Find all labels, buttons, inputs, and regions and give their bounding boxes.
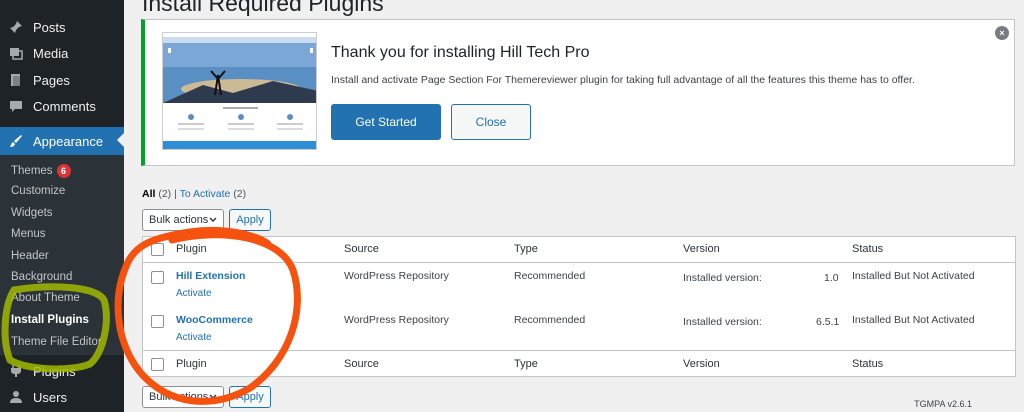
filter-to-activate[interactable]: To Activate (180, 188, 231, 200)
filter-separator: | (174, 188, 177, 200)
sidebar-item-label: Users (33, 389, 67, 405)
table-row: Hill Extension Activate WordPress Reposi… (143, 263, 1015, 307)
column-footer-plugin: Plugin (176, 358, 207, 370)
apply-button-bottom[interactable]: Apply (229, 386, 271, 408)
plugin-type: Recommended (514, 270, 586, 282)
sidebar-item-label: Media (33, 45, 69, 61)
row-checkbox[interactable] (151, 315, 164, 328)
get-started-button[interactable]: Get Started (331, 104, 441, 140)
column-header-plugin: Plugin (176, 243, 207, 255)
column-footer-source: Source (344, 358, 379, 370)
submenu-themes[interactable]: Themes 6 (11, 164, 71, 178)
appearance-submenu: Themes 6 Customize Widgets Menus Header B… (0, 155, 124, 355)
select-all-checkbox-footer[interactable] (151, 358, 164, 371)
apply-button[interactable]: Apply (229, 209, 271, 231)
installed-version-value: 6.5.1 (816, 316, 840, 328)
sidebar-item-posts[interactable]: Posts (0, 14, 124, 40)
plugin-status: Installed But Not Activated (852, 270, 975, 282)
submenu-background[interactable]: Background (11, 271, 72, 283)
plugin-type: Recommended (514, 314, 586, 326)
table-row: WooCommerce Activate WordPress Repositor… (143, 307, 1015, 351)
sidebar-item-label: Appearance (33, 133, 104, 149)
notice-title: Thank you for installing Hill Tech Pro (331, 44, 590, 61)
submenu-install-plugins[interactable]: Install Plugins (11, 314, 89, 326)
brush-icon (8, 133, 24, 149)
close-button[interactable]: Close (451, 104, 531, 140)
update-count-badge: 6 (56, 164, 71, 178)
activate-link[interactable]: Activate (176, 332, 212, 343)
bulk-actions-select[interactable]: Bulk actions (142, 209, 224, 231)
bulk-actions-top: Bulk actions Apply (142, 209, 271, 231)
sidebar-item-appearance[interactable]: Appearance (0, 127, 124, 155)
sidebar-item-label: Posts (33, 19, 66, 35)
dismiss-notice-icon[interactable]: × (995, 26, 1009, 40)
chevron-down-icon (209, 391, 217, 403)
column-header-source: Source (344, 243, 379, 255)
installed-version-label: Installed version: (683, 272, 762, 284)
submenu-theme-file-editor[interactable]: Theme File Editor (11, 336, 102, 348)
bulk-actions-select-bottom[interactable]: Bulk actions (142, 386, 224, 408)
submenu-about-theme[interactable]: About Theme (11, 292, 80, 304)
plugin-status: Installed But Not Activated (852, 314, 975, 326)
media-icon (8, 45, 24, 61)
column-header-status: Status (852, 243, 884, 255)
sidebar-item-plugins[interactable]: Plugins (0, 358, 124, 384)
sidebar-item-comments[interactable]: Comments (0, 93, 124, 119)
submenu-widgets[interactable]: Widgets (11, 207, 53, 219)
row-checkbox[interactable] (151, 271, 164, 284)
submenu-header[interactable]: Header (11, 250, 49, 262)
tgmpa-version: TGMPA v2.6.1 (914, 399, 972, 409)
installed-version-value: 1.0 (824, 272, 839, 284)
plug-icon (8, 363, 24, 379)
plugins-table: Plugin Source Type Version Status Hill E… (142, 236, 1016, 377)
page-icon (8, 72, 24, 88)
sidebar-item-pages[interactable]: Pages (0, 67, 124, 93)
plugin-source: WordPress Repository (344, 270, 449, 282)
plugin-status-filters: All (2) | To Activate (2) (142, 188, 246, 200)
sidebar-item-media[interactable]: Media (0, 40, 124, 66)
theme-screenshot-thumbnail (162, 32, 317, 150)
pin-icon (8, 19, 24, 35)
column-header-type: Type (514, 243, 538, 255)
comment-icon (8, 98, 24, 114)
notice-description: Install and activate Page Section For Th… (331, 74, 915, 86)
sidebar-item-users[interactable]: Users (0, 384, 124, 410)
column-footer-status: Status (852, 358, 884, 370)
activate-link[interactable]: Activate (176, 288, 212, 299)
plugin-source: WordPress Repository (344, 314, 449, 326)
user-icon (8, 389, 24, 405)
bulk-actions-bottom: Bulk actions Apply (142, 386, 271, 408)
filter-all[interactable]: All (142, 188, 155, 200)
bulk-actions-label: Bulk actions (149, 214, 209, 226)
page-title: Install Required Plugins (142, 0, 384, 16)
submenu-themes-label: Themes (11, 165, 53, 177)
chevron-down-icon (209, 214, 217, 226)
bulk-actions-label: Bulk actions (149, 391, 209, 403)
submenu-menus[interactable]: Menus (11, 228, 46, 240)
filter-all-count: (2) (158, 188, 172, 200)
welcome-notice: Thank you for installing Hill Tech Pro I… (141, 19, 1015, 166)
admin-sidebar: Posts Media Pages Comments Appearance Th… (0, 0, 124, 412)
select-all-checkbox[interactable] (151, 243, 164, 256)
sidebar-item-label: Pages (33, 72, 70, 88)
filter-to-activate-count: (2) (233, 188, 247, 200)
column-footer-version: Version (683, 358, 720, 370)
table-footer-row: Plugin Source Type Version Status (143, 350, 1015, 377)
table-header-row: Plugin Source Type Version Status (143, 237, 1015, 263)
installed-version-label: Installed version: (683, 316, 762, 328)
sidebar-item-label: Comments (33, 98, 96, 114)
column-footer-type: Type (514, 358, 538, 370)
column-header-version: Version (683, 243, 720, 255)
plugin-name-link[interactable]: WooCommerce (176, 314, 253, 326)
submenu-customize[interactable]: Customize (11, 185, 65, 197)
sidebar-item-label: Plugins (33, 363, 76, 379)
plugin-name-link[interactable]: Hill Extension (176, 270, 245, 282)
